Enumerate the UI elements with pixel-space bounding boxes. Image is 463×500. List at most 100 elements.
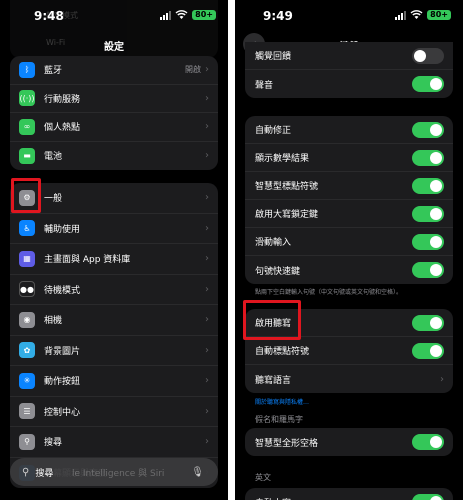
settings-row-label: 藍牙 bbox=[44, 66, 63, 77]
settings-row-label: 輔助使用 bbox=[44, 224, 81, 235]
toggle-switch[interactable] bbox=[412, 434, 444, 450]
action-button-icon: ✳ bbox=[19, 372, 35, 389]
settings-row-standby[interactable]: ●● 待機模式 › bbox=[10, 275, 218, 305]
signal-icon bbox=[160, 10, 172, 20]
settings-row-wallpaper[interactable]: ✿ 背景圖片 › bbox=[10, 336, 218, 366]
link-icon: ∞ bbox=[19, 118, 35, 135]
keyboard-row[interactable]: 啟用大寫鎖定鍵 bbox=[245, 200, 453, 228]
settings-row-camera[interactable]: ◉ 相機 › bbox=[10, 305, 218, 336]
settings-row-label: 搜尋 bbox=[44, 438, 63, 449]
keyboard-row[interactable]: 滑動輸入 bbox=[245, 228, 453, 256]
keyboard-row[interactable]: 聲音 bbox=[245, 70, 453, 98]
keyboard-row-label: 智慧型全形空格 bbox=[255, 438, 319, 449]
wifi-icon bbox=[410, 10, 423, 19]
settings-row-label: 動作按鈕 bbox=[44, 377, 81, 388]
section-header-english: 英文 bbox=[255, 473, 271, 482]
settings-row-label: 主畫面與 App 資料庫 bbox=[44, 255, 131, 266]
settings-row-label: 行動服務 bbox=[44, 94, 81, 105]
battery-badge: 80+ bbox=[192, 10, 216, 20]
section-header-kana: 假名和羅馬字 bbox=[255, 415, 303, 424]
settings-row-value: 開啟 bbox=[185, 65, 201, 75]
settings-row-control-center[interactable]: ☰ 控制中心 › bbox=[10, 397, 218, 427]
settings-row-accessibility[interactable]: ♿ 輔助使用 › bbox=[10, 214, 218, 244]
control-center-icon: ☰ bbox=[19, 403, 35, 420]
status-time: 9:48 bbox=[34, 9, 64, 23]
settings-row-gear[interactable]: ⚙ 一般 › bbox=[10, 183, 218, 214]
home-screen-icon: ▦ bbox=[19, 250, 35, 267]
magnifier-icon: ⚲ bbox=[22, 466, 30, 478]
dictation-privacy-link[interactable]: 關於聽寫與隱私權… bbox=[255, 397, 309, 406]
chevron-right-icon: › bbox=[205, 314, 209, 326]
toggle-switch[interactable] bbox=[412, 233, 444, 250]
microphone-icon[interactable]: 🎙 bbox=[191, 467, 204, 478]
settings-row-home-screen[interactable]: ▦ 主畫面與 App 資料庫 › bbox=[10, 244, 218, 275]
chevron-right-icon: › bbox=[205, 222, 209, 234]
status-time: 9:49 bbox=[263, 9, 293, 23]
keyboard-row[interactable]: 自動標點符號 bbox=[245, 337, 453, 365]
camera-icon: ◉ bbox=[19, 311, 35, 328]
toggle-switch[interactable] bbox=[412, 47, 444, 64]
toggle-switch[interactable] bbox=[412, 205, 444, 222]
keyboard-row-label: 觸覺回饋 bbox=[255, 52, 292, 62]
chevron-right-icon: › bbox=[205, 64, 209, 76]
bluetooth-icon: ᛒ bbox=[19, 61, 35, 78]
settings-row-label: 個人熱點 bbox=[44, 123, 81, 134]
toggle-switch[interactable] bbox=[412, 494, 444, 500]
general-group: ⚙ 一般 › ♿ 輔助使用 › ▦ 主畫面與 App 資料庫 › ●● 待機模式 › ◉ 相機 › ✿ 背景圖片… bbox=[10, 183, 218, 488]
search-field[interactable]: ⚲ 搜尋 le Intelligence 與 Siri 🎙 bbox=[10, 458, 218, 486]
chevron-right-icon: › bbox=[205, 344, 209, 356]
status-bar: 9:49 80+ bbox=[235, 9, 463, 25]
sound-haptics-group: 觸覺回饋 聲音 bbox=[245, 42, 453, 98]
antenna-icon: ((·)) bbox=[19, 90, 35, 107]
settings-row-action-button[interactable]: ✳ 動作按鈕 › bbox=[10, 366, 218, 397]
settings-row-label: 一般 bbox=[44, 194, 63, 205]
toggle-switch[interactable] bbox=[412, 76, 444, 92]
toggle-switch[interactable] bbox=[412, 342, 444, 359]
wallpaper-icon: ✿ bbox=[19, 342, 35, 359]
settings-row-label: 背景圖片 bbox=[44, 346, 81, 357]
settings-row-search[interactable]: ⚲ 搜尋 › bbox=[10, 427, 218, 458]
accessibility-icon: ♿ bbox=[19, 220, 35, 237]
keyboard-row-label: 滑動輸入 bbox=[255, 238, 292, 248]
english-group: 自動大寫 bbox=[245, 488, 453, 500]
settings-row-label: 待機模式 bbox=[44, 285, 81, 296]
toggle-switch[interactable] bbox=[412, 149, 444, 166]
chevron-right-icon: › bbox=[205, 283, 209, 295]
keyboard-row-label: 聽寫語言 bbox=[255, 375, 292, 386]
keyboard-settings-screen: 9:49 80+ ‹ 鍵盤 觸覺回饋聲音 自動修正顯示數學結果智慧型標點符號啟用… bbox=[235, 0, 463, 500]
partial-row-apple-intelligence: le Intelligence 與 Siri bbox=[72, 468, 165, 479]
keyboard-row[interactable]: 顯示數學結果 bbox=[245, 144, 453, 172]
toggle-switch[interactable] bbox=[412, 314, 444, 331]
keyboard-row-label: 自動修正 bbox=[255, 126, 292, 136]
keyboard-row[interactable]: 句號快速鍵 bbox=[245, 256, 453, 284]
settings-row-bluetooth[interactable]: ᛒ 藍牙 開啟 › bbox=[10, 56, 218, 85]
period-shortcut-note: 點兩下空白鍵輸入句號（中文句號或英文句號和空格）。 bbox=[255, 289, 403, 296]
battery-badge: 80+ bbox=[427, 10, 451, 20]
wifi-icon bbox=[175, 10, 188, 19]
keyboard-row[interactable]: 智慧型標點符號 bbox=[245, 172, 453, 200]
page-title: 設定 bbox=[104, 42, 124, 53]
toggle-switch[interactable] bbox=[412, 177, 444, 194]
keyboard-row[interactable]: 觸覺回饋 bbox=[245, 42, 453, 70]
keyboard-row[interactable]: 自動大寫 bbox=[245, 488, 453, 500]
keyboard-row-label: 自動大寫 bbox=[245, 496, 412, 500]
settings-row-battery[interactable]: ▬ 電池 › bbox=[10, 142, 218, 171]
standby-icon: ●● bbox=[19, 281, 35, 298]
chevron-right-icon: › bbox=[205, 92, 209, 104]
keyboard-row-label: 聲音 bbox=[255, 80, 274, 91]
status-bar: 9:48 80+ bbox=[0, 9, 228, 25]
keyboard-row-label: 句號快速鍵 bbox=[255, 266, 301, 277]
keyboard-row-label: 智慧型標點符號 bbox=[255, 182, 319, 192]
settings-row-antenna[interactable]: ((·)) 行動服務 › bbox=[10, 85, 218, 113]
keyboard-row[interactable]: 智慧型全形空格 bbox=[245, 428, 453, 456]
keyboard-row[interactable]: 自動修正 bbox=[245, 116, 453, 144]
toggle-switch[interactable] bbox=[412, 262, 444, 278]
keyboard-row[interactable]: 聽寫語言 › bbox=[245, 365, 453, 393]
toggle-switch[interactable] bbox=[412, 121, 444, 138]
chevron-right-icon: › bbox=[205, 150, 209, 162]
settings-row-label: 相機 bbox=[44, 316, 63, 327]
signal-icon bbox=[395, 10, 407, 20]
settings-screen: 航空模式 Wi-Fi 9:48 80+ 設定 ᛒ 藍牙 開啟 › ((·)) 行動服務 › ∞… bbox=[0, 0, 228, 500]
settings-row-link[interactable]: ∞ 個人熱點 › bbox=[10, 113, 218, 142]
chevron-right-icon: › bbox=[205, 192, 209, 204]
